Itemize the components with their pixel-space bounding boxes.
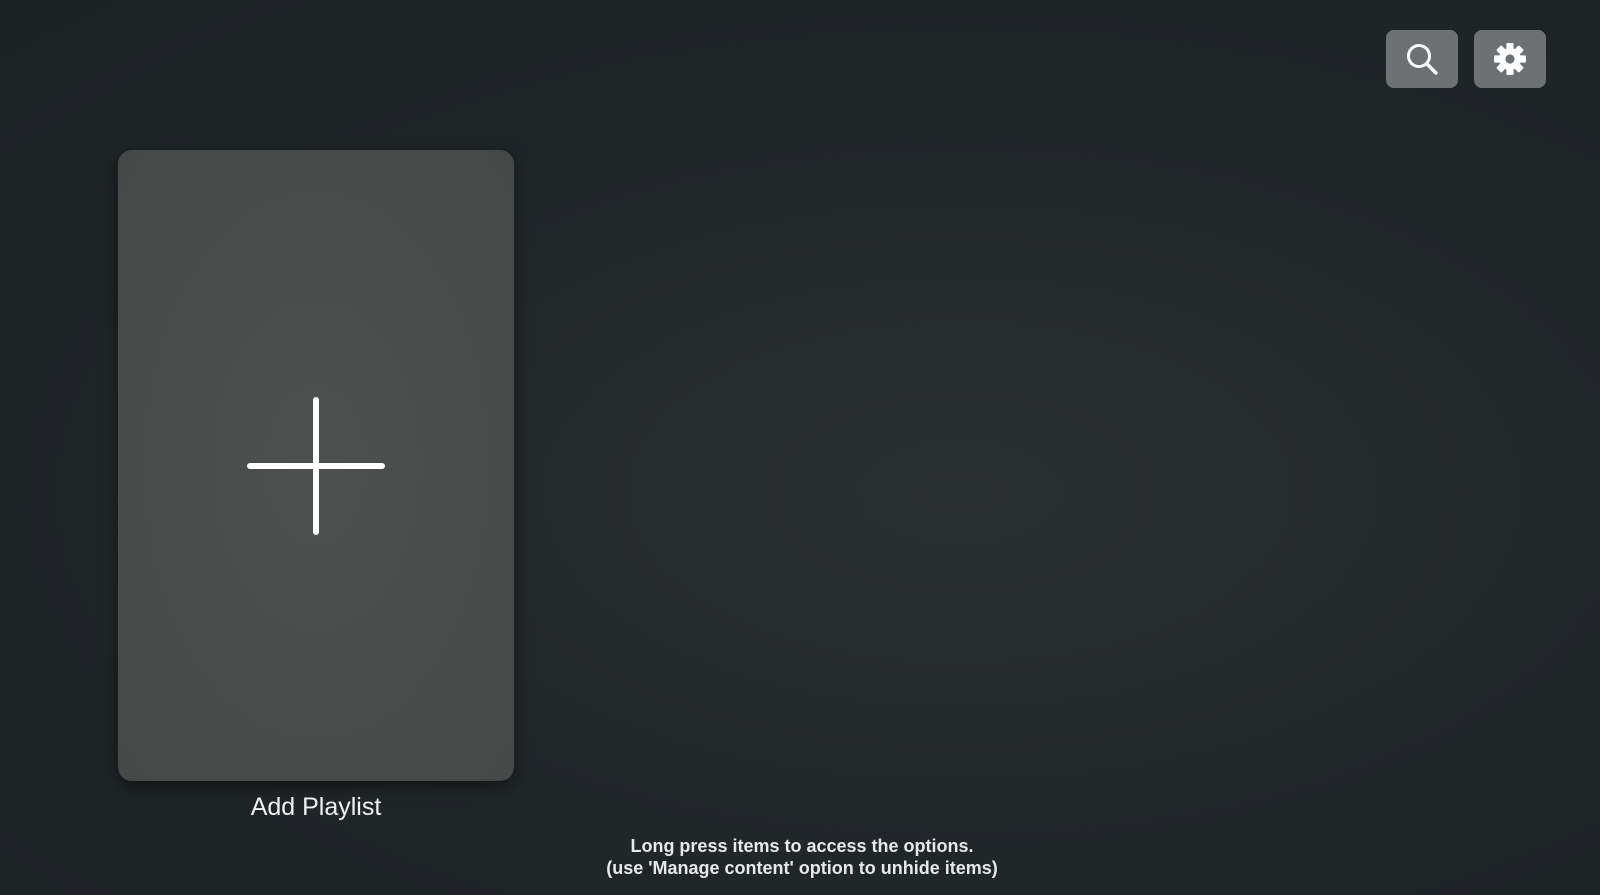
search-icon (1407, 44, 1438, 75)
hint-text: Long press items to access the options. … (0, 835, 1600, 879)
top-actions (1386, 30, 1546, 88)
hint-line-1: Long press items to access the options. (630, 836, 974, 856)
plus-icon (247, 396, 385, 535)
search-button[interactable] (1386, 30, 1458, 88)
hint-line-2: (use 'Manage content' option to unhide i… (606, 858, 998, 878)
add-playlist-tile[interactable] (118, 150, 514, 781)
gear-icon (1494, 43, 1526, 75)
settings-button[interactable] (1474, 30, 1546, 88)
add-playlist-label: Add Playlist (250, 793, 382, 821)
